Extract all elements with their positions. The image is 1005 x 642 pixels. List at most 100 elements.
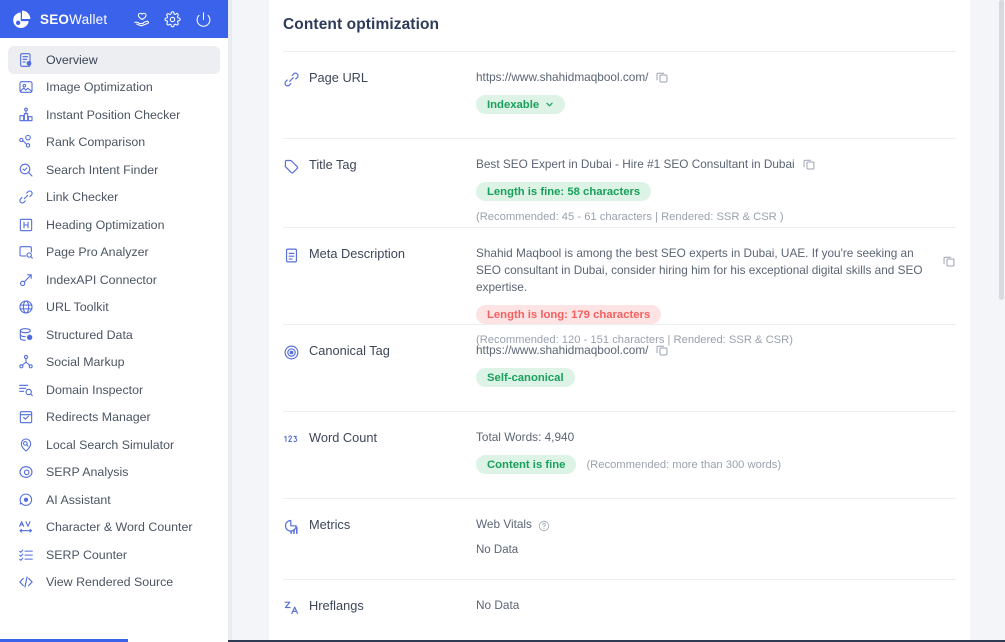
row-body: https://www.shahidmaqbool.com/ Indexable: [476, 69, 956, 138]
sidebar-item-rank-comparison[interactable]: Rank Comparison: [8, 129, 220, 157]
sidebar-item-ai-assistant[interactable]: AI Assistant: [8, 486, 220, 514]
row-label: Title Tag: [283, 156, 476, 227]
plug-icon: [18, 272, 34, 288]
sidebar-item-label: Structured Data: [46, 327, 133, 342]
row-body: Web Vitals No Data: [476, 516, 956, 579]
sidebar-item-url-toolkit[interactable]: URL Toolkit: [8, 294, 220, 322]
copy-icon[interactable]: [655, 343, 669, 357]
sidebar-item-local-search-simulator[interactable]: Local Search Simulator: [8, 431, 220, 459]
image-icon: [18, 79, 34, 95]
sidebar-item-label: URL Toolkit: [46, 300, 109, 315]
row-label-text: Canonical Tag: [309, 343, 390, 358]
sidebar-item-label: Image Optimization: [46, 80, 153, 95]
title-tag-value: Best SEO Expert in Dubai - Hire #1 SEO C…: [476, 157, 795, 171]
sidebar-item-search-intent-finder[interactable]: Search Intent Finder: [8, 156, 220, 184]
row-label: Word Count: [283, 429, 476, 498]
sidebar-item-indexapi-connector[interactable]: IndexAPI Connector: [8, 266, 220, 294]
sidebar-item-label: SERP Counter: [46, 547, 128, 562]
sidebar-item-label: Rank Comparison: [46, 135, 146, 150]
sidebar: SEOWallet Overview Image Optimization In…: [0, 0, 228, 642]
share-icon: [18, 354, 34, 370]
metrics-status: No Data: [476, 544, 519, 556]
sidebar-item-label: View Rendered Source: [46, 575, 174, 590]
sidebar-item-instant-position-checker[interactable]: Instant Position Checker: [8, 101, 220, 129]
support-icon[interactable]: [133, 11, 150, 28]
page-search-icon: [18, 244, 34, 260]
scrollbar-thumb[interactable]: [999, 0, 1004, 300]
question-mark-icon[interactable]: [538, 519, 550, 531]
logout-icon[interactable]: [195, 11, 212, 28]
row-label-text: Word Count: [309, 430, 378, 445]
brand-name-rest: Wallet: [69, 11, 108, 27]
sidebar-item-label: Heading Optimization: [46, 217, 165, 232]
copy-icon[interactable]: [942, 254, 956, 268]
row-label: Metrics: [283, 516, 476, 579]
row-hreflangs: Hreflangs No Data: [269, 580, 970, 640]
overview-icon: [18, 52, 34, 68]
row-label-text: Metrics: [309, 517, 351, 532]
row-title-tag: Title Tag Best SEO Expert in Dubai - Hir…: [269, 139, 970, 227]
title-length-badge: Length is fine: 58 characters: [476, 182, 652, 201]
ai-chat-icon: [18, 492, 34, 508]
search-check-icon: [18, 162, 34, 178]
row-label-text: Hreflangs: [309, 598, 364, 613]
row-word-count: Word Count Total Words: 4,940 Content is…: [269, 412, 970, 498]
settings-icon[interactable]: [164, 10, 181, 28]
value-line: https://www.shahidmaqbool.com/: [476, 69, 956, 86]
checklist-icon: [18, 547, 34, 563]
sidebar-item-image-optimization[interactable]: Image Optimization: [8, 74, 220, 102]
sidebar-item-overview[interactable]: Overview: [8, 46, 220, 74]
page-url-value: https://www.shahidmaqbool.com/: [476, 70, 649, 84]
row-label: Page URL: [283, 69, 476, 138]
value-line: Shahid Maqbool is among the best SEO exp…: [476, 245, 956, 296]
globe-icon: [18, 299, 34, 315]
badge-text: Self-canonical: [487, 371, 564, 384]
row-body: Shahid Maqbool is among the best SEO exp…: [476, 245, 956, 346]
database-icon: [18, 327, 34, 343]
row-label-text: Meta Description: [309, 246, 406, 261]
sidebar-item-label: Search Intent Finder: [46, 162, 159, 177]
content-status-badge: Content is fine: [476, 455, 577, 474]
char-counter-icon: [18, 519, 34, 535]
chevron-down-icon: [545, 100, 554, 109]
calendar-check-icon: [18, 409, 34, 425]
content-optimization-card: Content optimization Page URL https://ww…: [269, 0, 970, 642]
row-body: Total Words: 4,940 Content is fine (Reco…: [476, 429, 956, 498]
canonical-value: https://www.shahidmaqbool.com/: [476, 343, 649, 357]
logo[interactable]: SEOWallet: [12, 9, 107, 29]
sidebar-item-structured-data[interactable]: Structured Data: [8, 321, 220, 349]
sidebar-item-label: AI Assistant: [46, 492, 111, 507]
sidebar-item-serp-counter[interactable]: SERP Counter: [8, 541, 220, 569]
sidebar-item-label: Instant Position Checker: [46, 107, 181, 122]
heading-icon: [18, 217, 34, 233]
document-icon: [283, 247, 300, 264]
serp-circle-icon: [18, 464, 34, 480]
row-label: Canonical Tag: [283, 342, 476, 411]
title-recommendation-hint: (Recommended: 45 - 61 characters | Rende…: [476, 211, 784, 223]
row-meta-description: Meta Description Shahid Maqbool is among…: [269, 228, 970, 346]
indexable-status-badge[interactable]: Indexable: [476, 95, 566, 114]
web-vitals-line: Web Vitals: [476, 516, 956, 533]
sidebar-item-view-rendered-source[interactable]: View Rendered Source: [8, 569, 220, 597]
sidebar-item-redirects-manager[interactable]: Redirects Manager: [8, 404, 220, 432]
sidebar-item-character-word-counter[interactable]: Character & Word Counter: [8, 514, 220, 542]
copy-icon[interactable]: [802, 157, 816, 171]
sidebar-item-page-pro-analyzer[interactable]: Page Pro Analyzer: [8, 239, 220, 267]
badge-text: Length is long: 179 characters: [487, 308, 651, 321]
sidebar-item-social-markup[interactable]: Social Markup: [8, 349, 220, 377]
word-count-value: Total Words: 4,940: [476, 430, 575, 444]
row-canonical-tag: Canonical Tag https://www.shahidmaqbool.…: [269, 325, 970, 411]
sidebar-item-serp-analysis[interactable]: SERP Analysis: [8, 459, 220, 487]
row-body: https://www.shahidmaqbool.com/ Self-cano…: [476, 342, 956, 411]
chart-icon: [283, 518, 300, 535]
sidebar-item-heading-optimization[interactable]: Heading Optimization: [8, 211, 220, 239]
vertical-scrollbar[interactable]: [998, 0, 1005, 642]
sidebar-item-label: Link Checker: [46, 190, 119, 205]
sidebar-item-label: Character & Word Counter: [46, 520, 193, 535]
sidebar-item-link-checker[interactable]: Link Checker: [8, 184, 220, 212]
meta-length-badge: Length is long: 179 characters: [476, 305, 662, 324]
sidebar-item-label: Redirects Manager: [46, 410, 151, 425]
sidebar-item-label: Social Markup: [46, 355, 125, 370]
sidebar-item-domain-inspector[interactable]: Domain Inspector: [8, 376, 220, 404]
copy-icon[interactable]: [655, 70, 669, 84]
